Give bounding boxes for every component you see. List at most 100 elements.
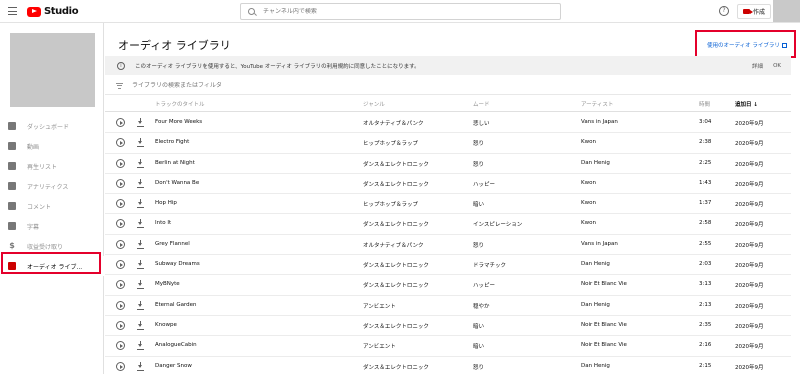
play-icon[interactable] (116, 260, 125, 270)
table-row[interactable]: Berlin at Night ダンス＆エレクトロニック 怒り Dan Henig 2:… (105, 154, 791, 174)
table-row[interactable]: Eternal Garden アンビエント 穏やか Dan Henig 2:13 2020… (105, 296, 791, 316)
track-title: Electro Fight (155, 139, 190, 146)
download-icon[interactable] (137, 138, 144, 148)
track-title: Eternal Garden (155, 301, 197, 308)
track-title: Grey Flannel (155, 240, 190, 247)
track-artist: Dan Henig (581, 159, 610, 166)
track-date: 2020年9月 (735, 121, 764, 127)
account-avatar[interactable] (773, 0, 800, 22)
track-list: Four More Weeks オルタナティブ＆パンク 悲しい Vans in Jap… (105, 113, 791, 374)
track-artist: Vans in Japan (581, 119, 618, 125)
studio-logo[interactable]: Studio (27, 5, 79, 18)
track-date: 2020年9月 (735, 323, 764, 330)
sidebar-item-label: ダッシュボード (27, 123, 70, 131)
play-icon[interactable] (116, 280, 125, 290)
comment-icon (8, 202, 16, 210)
table-row[interactable]: Four More Weeks オルタナティブ＆パンク 悲しい Vans in Jap… (105, 113, 791, 134)
sidebar-item-dashboard[interactable]: ダッシュボード (0, 116, 104, 136)
sidebar-item-videos[interactable]: 動画 (0, 136, 104, 156)
download-icon[interactable] (137, 361, 144, 371)
play-icon[interactable] (116, 219, 125, 229)
track-duration: 2:35 (699, 321, 712, 328)
play-icon[interactable] (116, 239, 125, 249)
table-row[interactable]: MyBNyte ダンス＆エレクトロニック ハッピー Noir Et Blanc Vie… (105, 275, 791, 296)
sidebar-item-comments[interactable]: コメント (0, 196, 104, 216)
table-row[interactable]: Grey Flannel オルタナティブ＆パンク 怒り Vans in Japan 2:… (105, 235, 791, 256)
table-row[interactable]: Hop Hip ヒップホップ＆ラップ 暗い Kwon 1:37 2020年9月 (105, 194, 791, 215)
header-duration[interactable]: 時間 (699, 100, 710, 108)
download-icon[interactable] (137, 239, 144, 249)
table-row[interactable]: Subway Dreams ダンス＆エレクトロニック ドラマチック Dan Henig… (105, 255, 791, 276)
table-row[interactable]: AnalogueCabin アンビエント 暗い Noir Et Blanc Vie 2:… (105, 336, 791, 357)
play-icon[interactable] (116, 320, 125, 330)
track-mood: 暗い (473, 202, 485, 209)
play-icon[interactable] (116, 361, 125, 371)
header-date[interactable]: 追加日 ↓ (735, 100, 758, 108)
search-bar[interactable] (240, 3, 561, 20)
youtube-logo-icon (27, 6, 41, 17)
download-icon[interactable] (137, 158, 144, 168)
download-icon[interactable] (137, 199, 144, 209)
track-title: Knowpe (155, 321, 177, 328)
sidebar-item-analytics[interactable]: アナリティクス (0, 176, 104, 196)
play-icon[interactable] (116, 158, 125, 168)
download-icon[interactable] (137, 260, 144, 270)
play-icon[interactable] (116, 138, 125, 148)
table-row[interactable]: Danger Snow ダンス＆エレクトロニック 怒り Dan Henig 2:15 20… (105, 357, 791, 374)
header-title[interactable]: トラックのタイトル (155, 100, 205, 108)
header-mood[interactable]: ムード (473, 100, 490, 108)
track-artist: Kwon (581, 200, 596, 207)
track-title: Berlin at Night (155, 159, 195, 166)
download-icon[interactable] (137, 300, 144, 310)
track-title: Danger Snow (155, 362, 192, 369)
play-icon[interactable] (116, 341, 125, 351)
highlight-box (695, 30, 796, 58)
track-genre: ダンス＆エレクトロニック (363, 161, 429, 168)
sidebar-item-label: アナリティクス (27, 183, 69, 191)
table-row[interactable]: Electro Fight ヒップホップ＆ラップ 怒り Kwon 2:38 2020年9月 (105, 133, 791, 154)
filter-bar[interactable] (105, 77, 791, 95)
download-icon[interactable] (137, 320, 144, 330)
track-mood: 穏やか (473, 303, 490, 310)
sidebar-item-subtitles[interactable]: 字幕 (0, 216, 104, 236)
download-icon[interactable] (137, 341, 144, 351)
play-icon[interactable] (116, 199, 125, 209)
create-button[interactable]: 作成 (737, 4, 771, 19)
track-duration: 1:37 (699, 200, 712, 207)
download-icon[interactable] (137, 118, 144, 127)
header-genre[interactable]: ジャンル (363, 100, 385, 108)
banner-text: このオーディオ ライブラリを使用すると、YouTube オーディオ ライブラリの… (135, 63, 420, 70)
play-icon[interactable] (116, 300, 125, 310)
playlist-icon (8, 162, 16, 170)
download-icon[interactable] (137, 280, 144, 290)
track-mood: 怒り (473, 364, 485, 371)
top-bar: Studio ? 作成 (0, 0, 800, 23)
help-icon[interactable]: ? (719, 6, 729, 16)
highlight-box (1, 252, 101, 274)
track-artist: Kwon (581, 139, 596, 146)
channel-avatar[interactable] (10, 33, 95, 107)
track-date: 2020年9月 (735, 181, 764, 188)
track-mood: ドラマチック (473, 263, 507, 270)
sidebar-item-label: 字幕 (27, 223, 40, 231)
play-icon[interactable] (116, 118, 125, 127)
header-artist[interactable]: アーティスト (581, 100, 613, 108)
table-row[interactable]: Don't Wanna Be ダンス＆エレクトロニック ハッピー Kwon 1:43 20… (105, 174, 791, 195)
filter-input[interactable] (132, 82, 432, 89)
track-date: 2020年9月 (735, 364, 764, 371)
table-row[interactable]: Into It ダンス＆エレクトロニック インスピレーション Kwon 2:58 2020… (105, 214, 791, 235)
track-mood: 暗い (473, 344, 485, 351)
sidebar: ダッシュボード 動画 再生リスト アナリティクス コメント 字幕 $ 収益受け取… (0, 23, 104, 374)
play-icon[interactable] (116, 178, 125, 188)
table-row[interactable]: Knowpe ダンス＆エレクトロニック 暗い Noir Et Blanc Vie 2:3… (105, 316, 791, 337)
track-duration: 2:38 (699, 139, 712, 146)
download-icon[interactable] (137, 219, 144, 229)
download-icon[interactable] (137, 178, 144, 188)
menu-icon[interactable] (8, 7, 17, 15)
track-date: 2020年9月 (735, 202, 764, 209)
video-icon (8, 142, 16, 150)
sidebar-item-playlists[interactable]: 再生リスト (0, 156, 104, 176)
ok-button[interactable]: OK (773, 63, 781, 69)
details-button[interactable]: 詳細 (752, 62, 763, 70)
search-input[interactable] (263, 8, 543, 15)
